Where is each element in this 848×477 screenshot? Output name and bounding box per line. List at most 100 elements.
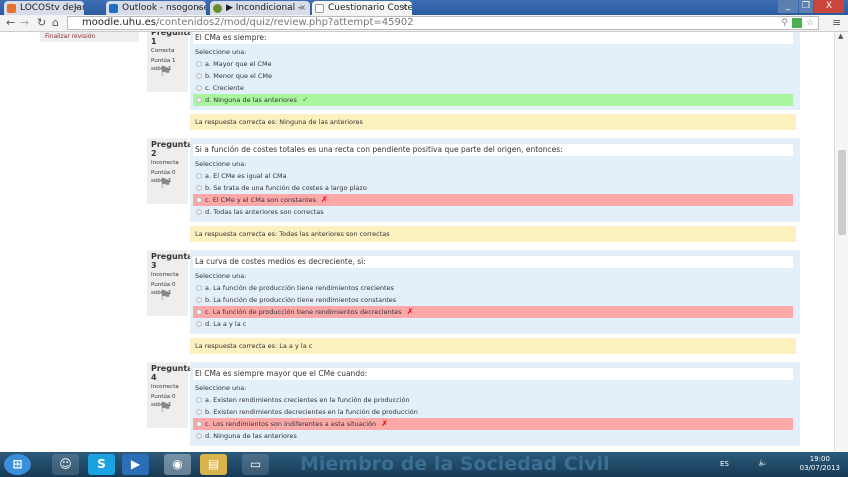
skype-icon[interactable]: S (88, 454, 115, 475)
question-content: El CMa es siempre: Seleccione una: a. Ma… (190, 32, 800, 110)
question-number: Pregunta 2 (151, 141, 193, 159)
question-index: 1 (151, 37, 157, 46)
site-icon (213, 4, 222, 13)
question-info: Pregunta 3 Incorrecta Puntúa 0 sobre 1 ⚑ (147, 250, 193, 316)
url-input[interactable]: moodle.uhu.es/contenidos2/mod/quiz/revie… (67, 16, 819, 30)
clock[interactable]: 19:00 03/07/2013 (800, 455, 840, 473)
star-icon[interactable]: ☆ (806, 17, 814, 29)
option-label: c. La función de producción tiene rendim… (205, 308, 402, 316)
answer-option[interactable]: d. Todas las anteriores son correctas (193, 206, 793, 218)
answer-option[interactable]: a. Mayor que el CMe (193, 58, 793, 70)
radio-button[interactable] (196, 433, 202, 439)
select-one-label: Seleccione una: (195, 272, 247, 280)
answer-option[interactable]: b. Existen rendimientos decrecientes en … (193, 406, 793, 418)
answer-option[interactable]: d. Ninguna de las anteriores ✓ (193, 94, 793, 106)
close-window-button[interactable]: X (814, 0, 844, 13)
start-button[interactable]: ⊞ (4, 454, 31, 475)
question-block: Pregunta 3 Incorrecta Puntúa 0 sobre 1 ⚑… (147, 250, 800, 362)
menu-icon[interactable]: ≡ (832, 16, 841, 29)
answer-option[interactable]: d. La a y la c (193, 318, 793, 330)
maximize-button[interactable]: ❐ (799, 0, 813, 13)
tab-incondicional[interactable]: ▶ Incondicional - × (210, 1, 310, 15)
close-icon[interactable]: × (299, 1, 306, 15)
reload-icon[interactable]: ↻ (37, 16, 46, 29)
finish-review-link[interactable]: Finalizar revisión (45, 33, 95, 40)
option-label: c. Los rendimientos son indiferentes a e… (205, 420, 377, 428)
forward-icon[interactable]: → (20, 16, 29, 29)
select-one-label: Seleccione una: (195, 48, 247, 56)
answer-option[interactable]: c. Los rendimientos son indiferentes a e… (193, 418, 793, 430)
home-icon[interactable]: ⌂ (52, 16, 59, 29)
select-one-label: Seleccione una: (195, 160, 247, 168)
close-icon[interactable]: × (73, 1, 80, 15)
select-one-label: Seleccione una: (195, 384, 247, 392)
radio-button[interactable] (196, 285, 202, 291)
question-label: Pregunta (151, 252, 193, 261)
check-icon: ✓ (302, 95, 309, 104)
radio-button[interactable] (196, 73, 202, 79)
close-icon[interactable]: × (195, 1, 202, 15)
question-block: Pregunta 1 Correcta Puntúa 1 sobre 1 ⚑ E… (147, 32, 800, 138)
radio-button[interactable] (196, 173, 202, 179)
radio-button[interactable] (196, 209, 202, 215)
radio-button[interactable] (196, 321, 202, 327)
messenger-icon[interactable]: ☺ (52, 454, 79, 475)
question-info: Pregunta 1 Correcta Puntúa 1 sobre 1 ⚑ (147, 32, 193, 92)
radio-button[interactable] (196, 97, 202, 103)
sidebar-block: Finalizar revisión (40, 32, 139, 42)
radio-button[interactable] (196, 397, 202, 403)
tab-outlook[interactable]: Outlook - nsogonse × (106, 1, 206, 15)
chrome-icon[interactable]: ◉ (164, 454, 191, 475)
media-player-icon[interactable]: ▶ (122, 454, 149, 475)
browser-tab-bar: LOCOStv deJamónyC× Outlook - nsogonse× ▶… (0, 0, 848, 15)
answer-option[interactable]: d. Ninguna de las anteriores (193, 430, 793, 442)
taskbar: ⊞ ☺ S ▶ ◉ ▤ ▭ Miembro de la Sociedad Civ… (0, 452, 848, 477)
radio-button[interactable] (196, 85, 202, 91)
language-indicator[interactable]: ES (720, 460, 729, 468)
flag-icon[interactable]: ⚑ (159, 177, 172, 191)
scrollbar[interactable]: ▲ (834, 32, 848, 452)
radio-button[interactable] (196, 421, 202, 427)
flag-icon[interactable]: ⚑ (159, 289, 172, 303)
close-icon[interactable]: × (401, 1, 408, 15)
option-label: c. El CMe y el CMa son constantes (205, 196, 317, 204)
flag-icon[interactable]: ⚑ (159, 65, 172, 79)
answer-option[interactable]: c. La función de producción tiene rendim… (193, 306, 793, 318)
answer-option[interactable]: a. Existen rendimientos crecientes en la… (193, 394, 793, 406)
minimize-button[interactable]: _ (778, 0, 798, 13)
radio-button[interactable] (196, 297, 202, 303)
explorer-icon[interactable]: ▤ (200, 454, 227, 475)
answer-option[interactable]: b. La función de producción tiene rendim… (193, 294, 793, 306)
remote-desktop-icon[interactable]: ▭ (242, 454, 269, 475)
radio-button[interactable] (196, 409, 202, 415)
question-text: Si a función de costes totales es una re… (193, 144, 793, 156)
back-icon[interactable]: ← (6, 16, 15, 29)
answer-option[interactable]: a. La función de producción tiene rendim… (193, 282, 793, 294)
scroll-up-icon[interactable]: ▲ (838, 32, 843, 40)
scrollbar-thumb[interactable] (838, 150, 846, 235)
blogger-icon (7, 4, 16, 13)
tab-label: Outlook - nsogonse (122, 3, 206, 13)
correct-answer-feedback: La respuesta correcta es: La a y la c (190, 338, 796, 354)
page-content: Finalizar revisión Pregunta 1 Correcta P… (0, 32, 834, 452)
tab-cuestionario[interactable]: Cuestionario Costes × (312, 1, 412, 15)
radio-button[interactable] (196, 61, 202, 67)
volume-icon[interactable]: 🔈 (758, 458, 768, 467)
question-block: Pregunta 4 Incorrecta Puntúa 0 sobre 1 ⚑… (147, 362, 800, 452)
tab-locostv[interactable]: LOCOStv deJamónyC× (4, 1, 84, 15)
flag-icon[interactable]: ⚑ (159, 401, 172, 415)
radio-button[interactable] (196, 309, 202, 315)
radio-button[interactable] (196, 185, 202, 191)
question-index: 4 (151, 373, 157, 382)
question-label: Pregunta (151, 32, 193, 37)
radio-button[interactable] (196, 197, 202, 203)
option-label: d. Ninguna de las anteriores (205, 96, 297, 104)
answer-option[interactable]: c. Creciente (193, 82, 793, 94)
extension-icon[interactable] (792, 18, 802, 28)
answer-option[interactable]: b. Menor que el CMe (193, 70, 793, 82)
answer-option[interactable]: c. El CMe y el CMa son constantes ✗ (193, 194, 793, 206)
answer-option[interactable]: a. El CMe es igual al CMa (193, 170, 793, 182)
answer-option[interactable]: b. Se trata de una función de costes a l… (193, 182, 793, 194)
option-label: d. La a y la c (205, 320, 247, 328)
question-number: Pregunta 1 (151, 32, 193, 47)
